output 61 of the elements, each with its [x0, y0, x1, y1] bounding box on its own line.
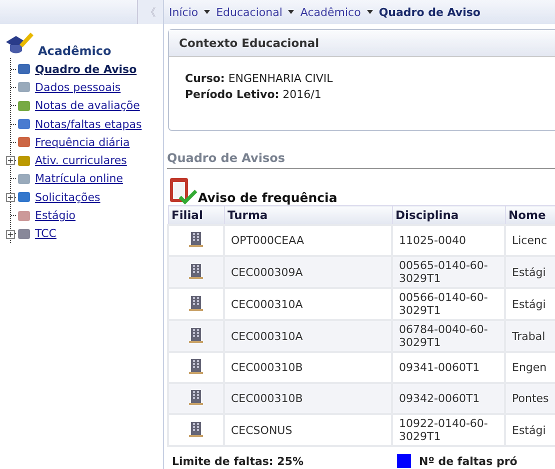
table-cell: 06784-0040-60-3029T1: [392, 320, 505, 352]
sidebar-link[interactable]: Quadro de Aviso: [35, 62, 137, 76]
expand-toggle[interactable]: +: [6, 193, 15, 202]
panel-title: Contexto Educacional: [169, 30, 555, 57]
notice-title: Aviso de frequência: [198, 190, 338, 205]
table-cell: CEC000310A: [224, 288, 392, 320]
building-icon: [188, 357, 204, 375]
column-header: Nome: [505, 206, 555, 225]
breadcrumb-link[interactable]: Educacional: [216, 6, 282, 18]
clipboard-check-icon: [168, 175, 198, 205]
table-cell: 10922-0140-60-3029T1: [392, 414, 505, 446]
breadcrumb-link[interactable]: Início: [169, 6, 198, 18]
sidebar-link[interactable]: Matrícula online: [35, 172, 123, 186]
column-header: Filial: [168, 206, 224, 225]
breadcrumb-link[interactable]: Quadro de Aviso: [378, 6, 480, 18]
sidebar-title: Acadêmico: [38, 44, 112, 58]
table-cell: CEC000310B: [224, 383, 392, 414]
breadcrumb-link[interactable]: Acadêmico: [300, 6, 361, 18]
dropdown-caret-icon: [288, 10, 294, 14]
table-cell: 00566-0140-60-3029T1: [392, 288, 505, 320]
table-cell: CEC000310B: [224, 352, 392, 383]
sidebar-link[interactable]: Ativ. curriculares: [35, 154, 127, 168]
column-header: Turma: [224, 206, 392, 225]
building-icon: [188, 326, 204, 344]
expand-toggle[interactable]: +: [6, 230, 15, 239]
table-cell: OPT000CEAA: [224, 225, 392, 256]
building-icon: [188, 230, 204, 248]
building-icon: [188, 388, 204, 406]
table-cell: 00565-0140-60-3029T1: [392, 256, 505, 288]
table-cell: Estági: [505, 256, 555, 288]
sidebar-link[interactable]: Dados pessoais: [35, 80, 121, 94]
table-cell: Estági: [505, 414, 555, 446]
column-header: Disciplina: [392, 206, 505, 225]
table-cell: Licenc: [505, 225, 555, 256]
table-cell: Pontes: [505, 383, 555, 414]
table-cell: Engen: [505, 352, 555, 383]
sidebar-link[interactable]: Frequência diária: [35, 136, 130, 149]
sidebar-link[interactable]: Solicitações: [35, 190, 100, 204]
sidebar-link[interactable]: Notas/faltas etapas: [35, 118, 142, 131]
sidebar-link[interactable]: Notas de avaliaçõe: [35, 99, 140, 112]
building-icon: [188, 420, 204, 438]
dropdown-caret-icon: [366, 10, 373, 14]
sidebar-link[interactable]: Estágio: [35, 209, 76, 222]
building-icon: [188, 262, 204, 280]
table-cell: 09342-0060T1: [392, 383, 505, 414]
sidebar-link[interactable]: TCC: [35, 227, 56, 240]
section-title: Quadro de Avisos: [167, 151, 555, 169]
table-cell: 11025-0040: [392, 225, 505, 256]
table-cell: CEC000309A: [224, 256, 392, 288]
context-field: Período Letivo: 2016/1: [185, 87, 539, 103]
table-cell: Trabal: [505, 320, 555, 352]
table-cell: 09341-0060T1: [392, 352, 505, 383]
legend-label: Nº de faltas pró: [419, 454, 518, 468]
absence-limit: Limite de faltas: 25%: [172, 454, 304, 468]
table-cell: Estági: [505, 288, 555, 320]
dropdown-caret-icon: [204, 10, 210, 14]
table-cell: CEC000310A: [224, 320, 392, 352]
table-cell: CECSONUS: [224, 414, 392, 446]
context-field: Curso: ENGENHARIA CIVIL: [185, 71, 539, 87]
building-icon: [188, 294, 204, 312]
expand-toggle[interactable]: +: [6, 156, 15, 166]
